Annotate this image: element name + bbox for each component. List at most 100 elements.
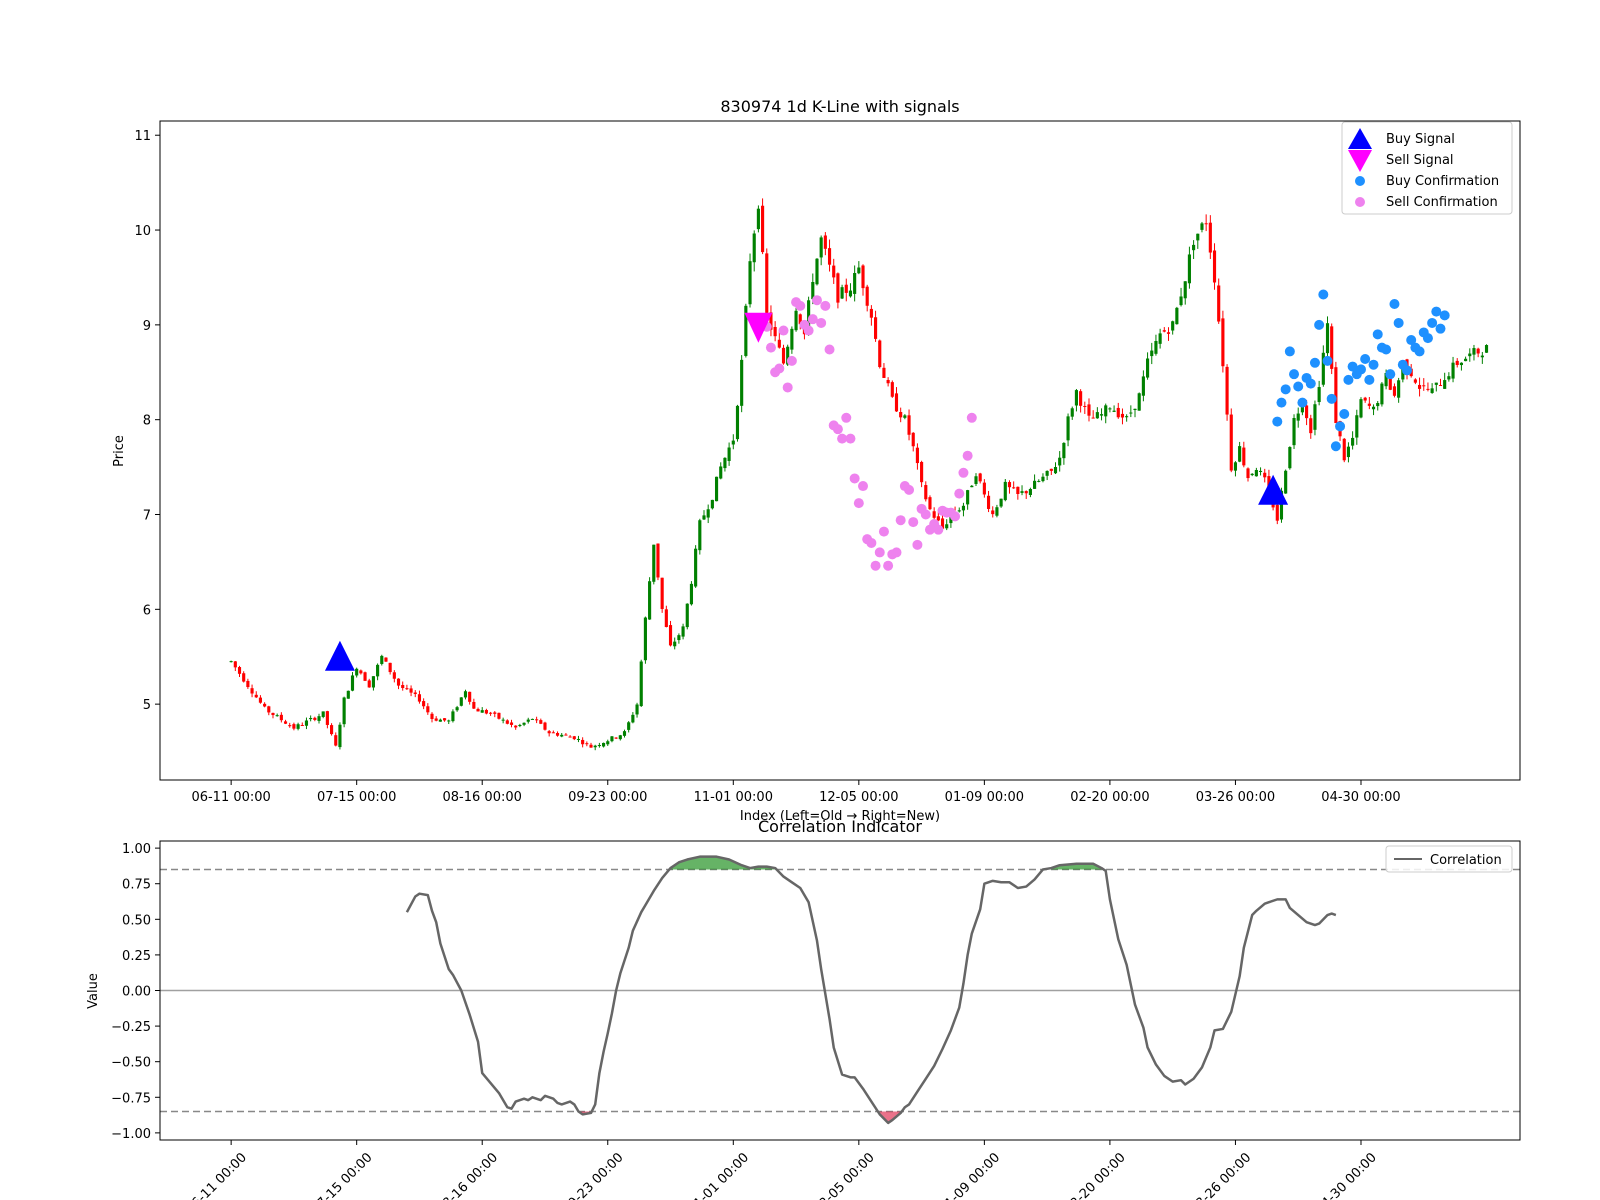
candle-body: [1045, 470, 1049, 476]
candle-body: [995, 507, 999, 516]
candle-body: [1066, 416, 1070, 441]
candle-body: [401, 685, 405, 689]
candle-body: [844, 284, 848, 293]
buy-confirmation-dot: [1339, 408, 1350, 419]
candle-body: [1204, 223, 1208, 225]
candle-body: [501, 719, 505, 721]
candle-body: [882, 367, 886, 378]
price-x-tick-label: 01-09 00:00: [945, 790, 1024, 805]
candle-body: [1472, 348, 1476, 355]
candle-body: [1091, 417, 1095, 419]
candle-body: [1212, 250, 1217, 283]
candle-body: [1087, 404, 1091, 416]
candle-body: [1024, 491, 1028, 494]
candle-body: [296, 724, 300, 729]
candle-body: [388, 662, 392, 673]
correlation-y-axis-label: Value: [86, 973, 101, 1009]
candle-body: [1099, 414, 1104, 416]
candle-body: [1426, 388, 1430, 390]
candle-body: [1049, 468, 1053, 471]
legend-sell-signal-label: Sell Signal: [1386, 153, 1454, 168]
buy-confirmation-dot: [1289, 369, 1300, 380]
correlation-y-ticks: −1.00 −0.75 −0.50 −0.25 0.00 0.25 0.50 0.75 1.00: [111, 842, 160, 1142]
correlation-y-tick-label: 0.00: [122, 985, 151, 1000]
buy-confirmation-dot: [1272, 416, 1283, 427]
candle-body: [1242, 447, 1246, 466]
sell-confirmation-dot: [933, 524, 944, 535]
candle-body: [363, 672, 367, 681]
candle-body: [1028, 488, 1032, 495]
buy-confirmation-dot: [1385, 369, 1396, 380]
candle-body: [1083, 405, 1087, 407]
sell-confirmation-dot: [841, 412, 852, 423]
correlation-x-tick-label: 11-01 00:00: [685, 1150, 752, 1200]
candle-body: [903, 415, 907, 418]
candle-body: [367, 680, 371, 688]
buy-confirmation-dot: [1435, 323, 1446, 334]
candle-body: [861, 265, 865, 289]
candle-body: [727, 447, 731, 461]
candle-body: [1116, 407, 1120, 418]
price-chart-title: 830974 1d K-Line with signals: [720, 97, 959, 116]
buy-confirmation-dot: [1280, 384, 1291, 395]
candle-body: [639, 661, 643, 707]
candle-body: [656, 543, 660, 578]
candle-body: [355, 668, 359, 676]
price-y-tick-label: 7: [143, 509, 151, 524]
candle-body: [1480, 355, 1484, 358]
sell-confirmation-dot: [958, 467, 969, 478]
sell-confirmation-dot: [853, 498, 864, 509]
sell-confirmation-legend-marker: [1355, 197, 1365, 207]
candle-body: [606, 741, 610, 745]
buy-confirmation-dot: [1318, 289, 1329, 300]
candle-body: [593, 745, 597, 748]
candle-body: [1355, 415, 1359, 438]
candle-body: [1422, 385, 1426, 387]
correlation-y-tick-label: −0.50: [111, 1056, 151, 1071]
candle-body: [1146, 358, 1150, 378]
candle-body: [1079, 391, 1083, 406]
candle-body: [279, 714, 283, 721]
buy-confirmation-dot: [1330, 441, 1341, 452]
sell-confirmation-dot: [786, 355, 797, 366]
candle-body: [1179, 296, 1183, 306]
candle-body: [986, 495, 991, 509]
buy-confirmation-dot: [1335, 421, 1346, 432]
buy-confirmation-dot: [1276, 397, 1287, 408]
candle-body: [702, 515, 706, 520]
candle-body: [1003, 481, 1007, 501]
candle-body: [915, 447, 919, 464]
candle-body: [1246, 468, 1250, 479]
buy-confirmation-dot: [1393, 317, 1404, 328]
legend-buy-confirmation-label: Buy Confirmation: [1386, 174, 1499, 189]
candle-body: [380, 655, 384, 664]
candle-body: [1221, 318, 1225, 367]
candle-body: [970, 485, 974, 488]
candle-body: [597, 745, 601, 747]
candle-body: [1070, 408, 1074, 417]
candle-body: [957, 510, 961, 512]
candle-body: [271, 712, 275, 716]
sell-confirmation-dot: [950, 511, 961, 522]
candle-body: [555, 732, 560, 736]
candle-body: [518, 724, 522, 726]
candle-body: [522, 722, 526, 725]
candle-body: [1430, 388, 1434, 393]
candle-body: [614, 737, 618, 739]
candle-body: [668, 625, 673, 646]
candle-body: [1392, 386, 1397, 396]
candle-body: [924, 485, 928, 500]
candle-body: [819, 237, 823, 258]
candle-body: [1012, 487, 1016, 489]
candle-body: [1053, 467, 1058, 474]
candle-body: [442, 718, 447, 721]
candle-body: [777, 339, 781, 348]
correlation-x-tick-label: 06-11 00:00: [183, 1150, 250, 1200]
buy-confirmation-dot: [1326, 393, 1337, 404]
candle-body: [752, 233, 756, 263]
candle-body: [1443, 380, 1447, 389]
candle-body: [254, 694, 258, 698]
candle-body: [1058, 457, 1062, 466]
candle-body: [581, 739, 585, 745]
candle-body: [748, 261, 752, 305]
